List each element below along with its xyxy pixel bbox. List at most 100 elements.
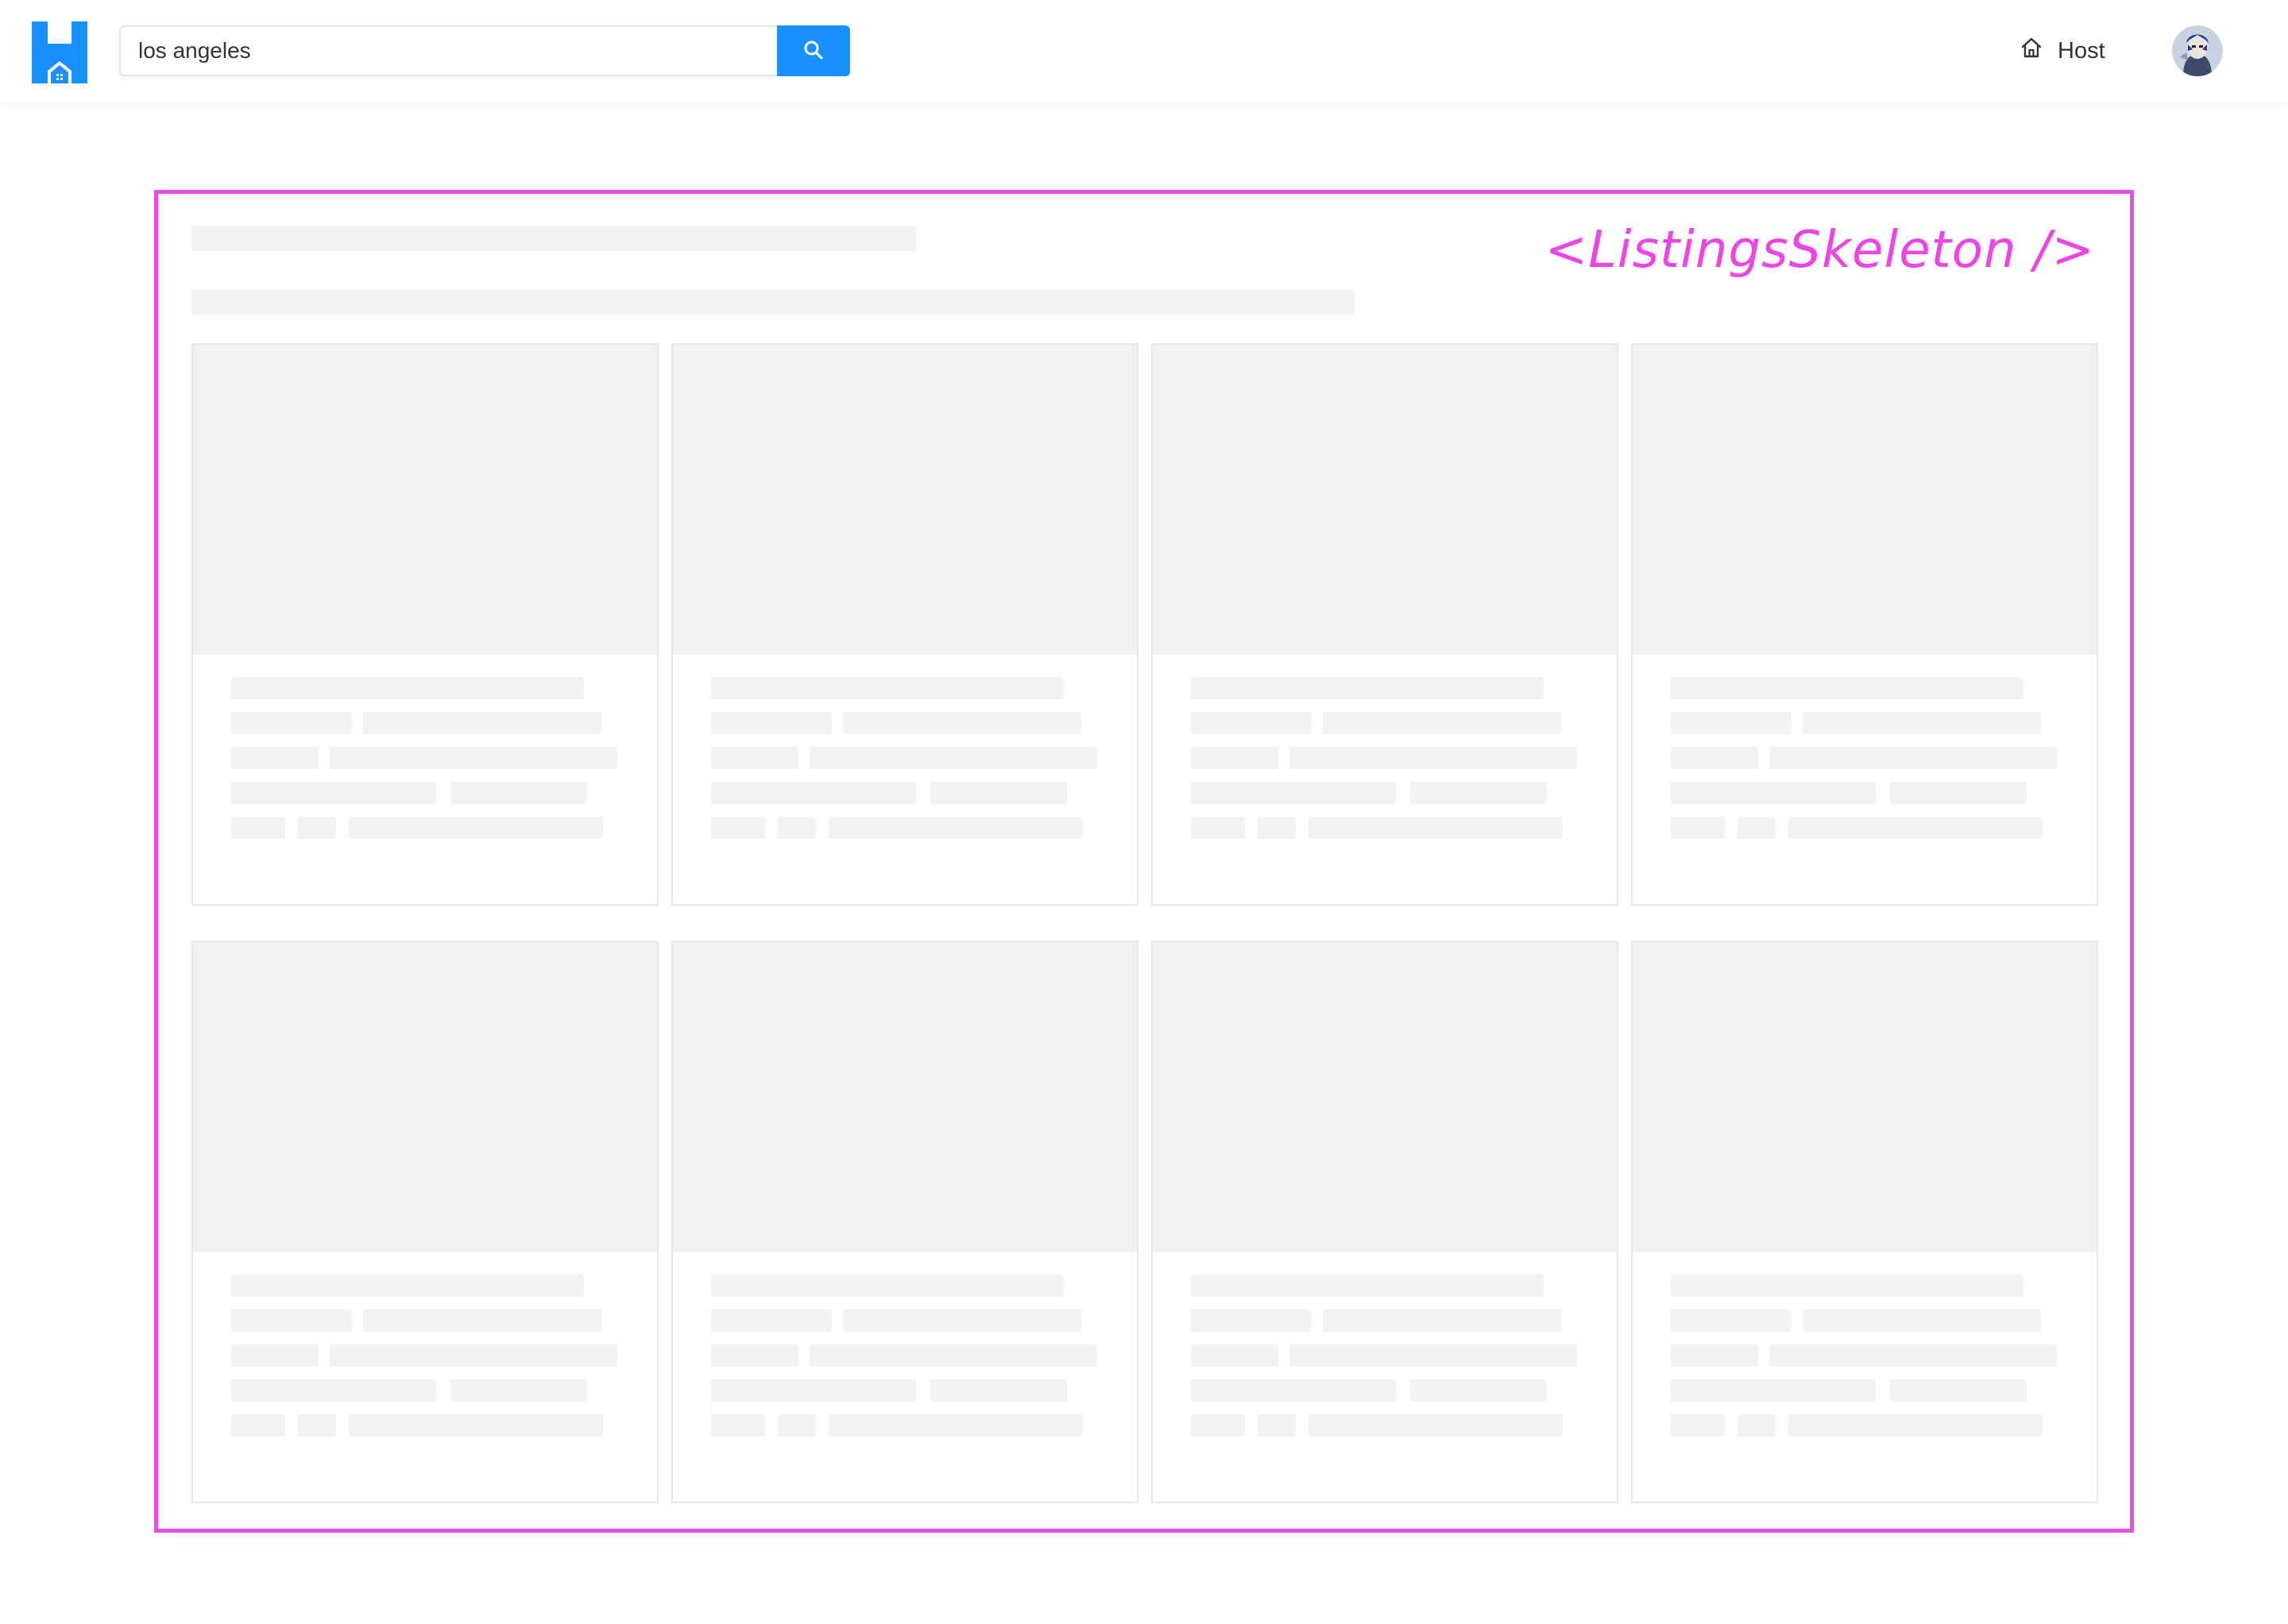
- skeleton-card: [671, 343, 1138, 906]
- skeleton-text-line: [711, 1414, 765, 1436]
- skeleton-text-line: [1191, 712, 1312, 734]
- skeleton-text-line: [711, 1274, 1064, 1297]
- skeleton-card-cover: [1153, 942, 1617, 1252]
- skeleton-card-grid: [191, 343, 2098, 1503]
- skeleton-text-line: [298, 1414, 336, 1436]
- skeleton-text-line: [1191, 1414, 1245, 1436]
- skeleton-text-line: [450, 1379, 587, 1402]
- skeleton-text-line: [778, 1414, 816, 1436]
- skeleton-text-line: [349, 817, 603, 839]
- user-avatar[interactable]: [2172, 25, 2223, 76]
- skeleton-card: [671, 941, 1138, 1503]
- skeleton-card-cover: [193, 345, 657, 655]
- skeleton-card: [191, 343, 659, 906]
- home-icon: [2019, 36, 2043, 66]
- skeleton-text-line: [1671, 1344, 1758, 1367]
- skeleton-text-line: [1803, 1309, 2041, 1332]
- skeleton-text-line: [1308, 1414, 1563, 1436]
- skeleton-text-line: [231, 1344, 319, 1367]
- skeleton-text-line: [231, 1309, 352, 1332]
- skeleton-text-line: [330, 1344, 617, 1367]
- skeleton-text-line: [1191, 1379, 1396, 1402]
- skeleton-card-cover: [1633, 345, 2097, 655]
- skeleton-text-line: [1323, 1309, 1561, 1332]
- skeleton-text-line: [810, 1344, 1097, 1367]
- skeleton-text-line: [231, 747, 319, 769]
- skeleton-text-line: [298, 817, 336, 839]
- skeleton-text-line: [1258, 1414, 1296, 1436]
- skeleton-text-line: [231, 1414, 285, 1436]
- listings-skeleton: <ListingsSkeleton />: [154, 190, 2134, 1533]
- skeleton-text-line: [711, 817, 765, 839]
- search-input[interactable]: [119, 25, 777, 76]
- skeleton-text-line: [1788, 817, 2043, 839]
- skeleton-text-line: [1671, 677, 2023, 699]
- skeleton-text-line: [349, 1414, 603, 1436]
- skeleton-text-line: [1410, 782, 1547, 804]
- house-logo-icon[interactable]: [32, 21, 87, 83]
- skeleton-text-line: [1191, 1309, 1312, 1332]
- skeleton-text-line: [1890, 1379, 2027, 1402]
- skeleton-text-line: [711, 1344, 798, 1367]
- skeleton-text-line: [711, 782, 916, 804]
- skeleton-text-line: [711, 1309, 832, 1332]
- skeleton-text-line: [1258, 817, 1296, 839]
- skeleton-text-line: [1737, 817, 1776, 839]
- host-link[interactable]: Host: [2019, 32, 2105, 70]
- skeleton-text-line: [231, 817, 285, 839]
- skeleton-text-line: [930, 1379, 1067, 1402]
- skeleton-card-cover: [673, 345, 1137, 655]
- skeleton-text-line: [1671, 712, 1791, 734]
- skeleton-text-line: [1788, 1414, 2043, 1436]
- skeleton-text-line: [1769, 1344, 2057, 1367]
- skeleton-text-line: [1890, 782, 2027, 804]
- skeleton-text-line: [1191, 747, 1278, 769]
- skeleton-text-line: [450, 782, 587, 804]
- skeleton-text-line: [829, 1414, 1083, 1436]
- skeleton-card: [1151, 941, 1618, 1503]
- skeleton-text-line: [1671, 1274, 2023, 1297]
- skeleton-text-line: [843, 712, 1081, 734]
- skeleton-text-line: [930, 782, 1067, 804]
- app-header: Host: [0, 0, 2288, 102]
- skeleton-subtitle-placeholder: [191, 289, 1355, 315]
- skeleton-text-line: [1289, 1344, 1577, 1367]
- skeleton-text-line: [231, 1379, 436, 1402]
- skeleton-text-line: [1308, 817, 1563, 839]
- annotation-label: <ListingsSkeleton />: [1544, 221, 2095, 280]
- skeleton-text-line: [1769, 747, 2057, 769]
- skeleton-title-placeholder: [191, 226, 916, 251]
- skeleton-text-line: [1191, 677, 1544, 699]
- skeleton-text-line: [1671, 782, 1876, 804]
- skeleton-card: [1631, 941, 2098, 1503]
- skeleton-text-line: [1191, 1344, 1278, 1367]
- skeleton-text-line: [231, 782, 436, 804]
- search-icon: [803, 40, 824, 63]
- skeleton-text-line: [330, 747, 617, 769]
- skeleton-text-line: [1191, 782, 1396, 804]
- skeleton-text-line: [1289, 747, 1577, 769]
- skeleton-text-line: [1803, 712, 2041, 734]
- skeleton-text-line: [231, 677, 584, 699]
- host-link-label: Host: [2058, 37, 2105, 64]
- skeleton-text-line: [829, 817, 1083, 839]
- skeleton-text-line: [711, 712, 832, 734]
- skeleton-text-line: [810, 747, 1097, 769]
- skeleton-text-line: [363, 712, 601, 734]
- skeleton-text-line: [1671, 1309, 1791, 1332]
- skeleton-text-line: [363, 1309, 601, 1332]
- skeleton-text-line: [231, 1274, 584, 1297]
- skeleton-text-line: [711, 1379, 916, 1402]
- skeleton-card: [191, 941, 659, 1503]
- skeleton-card: [1151, 343, 1618, 906]
- skeleton-text-line: [1671, 747, 1758, 769]
- skeleton-text-line: [711, 677, 1064, 699]
- search-bar: [119, 25, 850, 76]
- search-button[interactable]: [777, 25, 850, 76]
- skeleton-card-cover: [1633, 942, 2097, 1252]
- skeleton-text-line: [711, 747, 798, 769]
- skeleton-card-cover: [673, 942, 1137, 1252]
- skeleton-text-line: [1323, 712, 1561, 734]
- skeleton-card-cover: [1153, 345, 1617, 655]
- skeleton-text-line: [1191, 817, 1245, 839]
